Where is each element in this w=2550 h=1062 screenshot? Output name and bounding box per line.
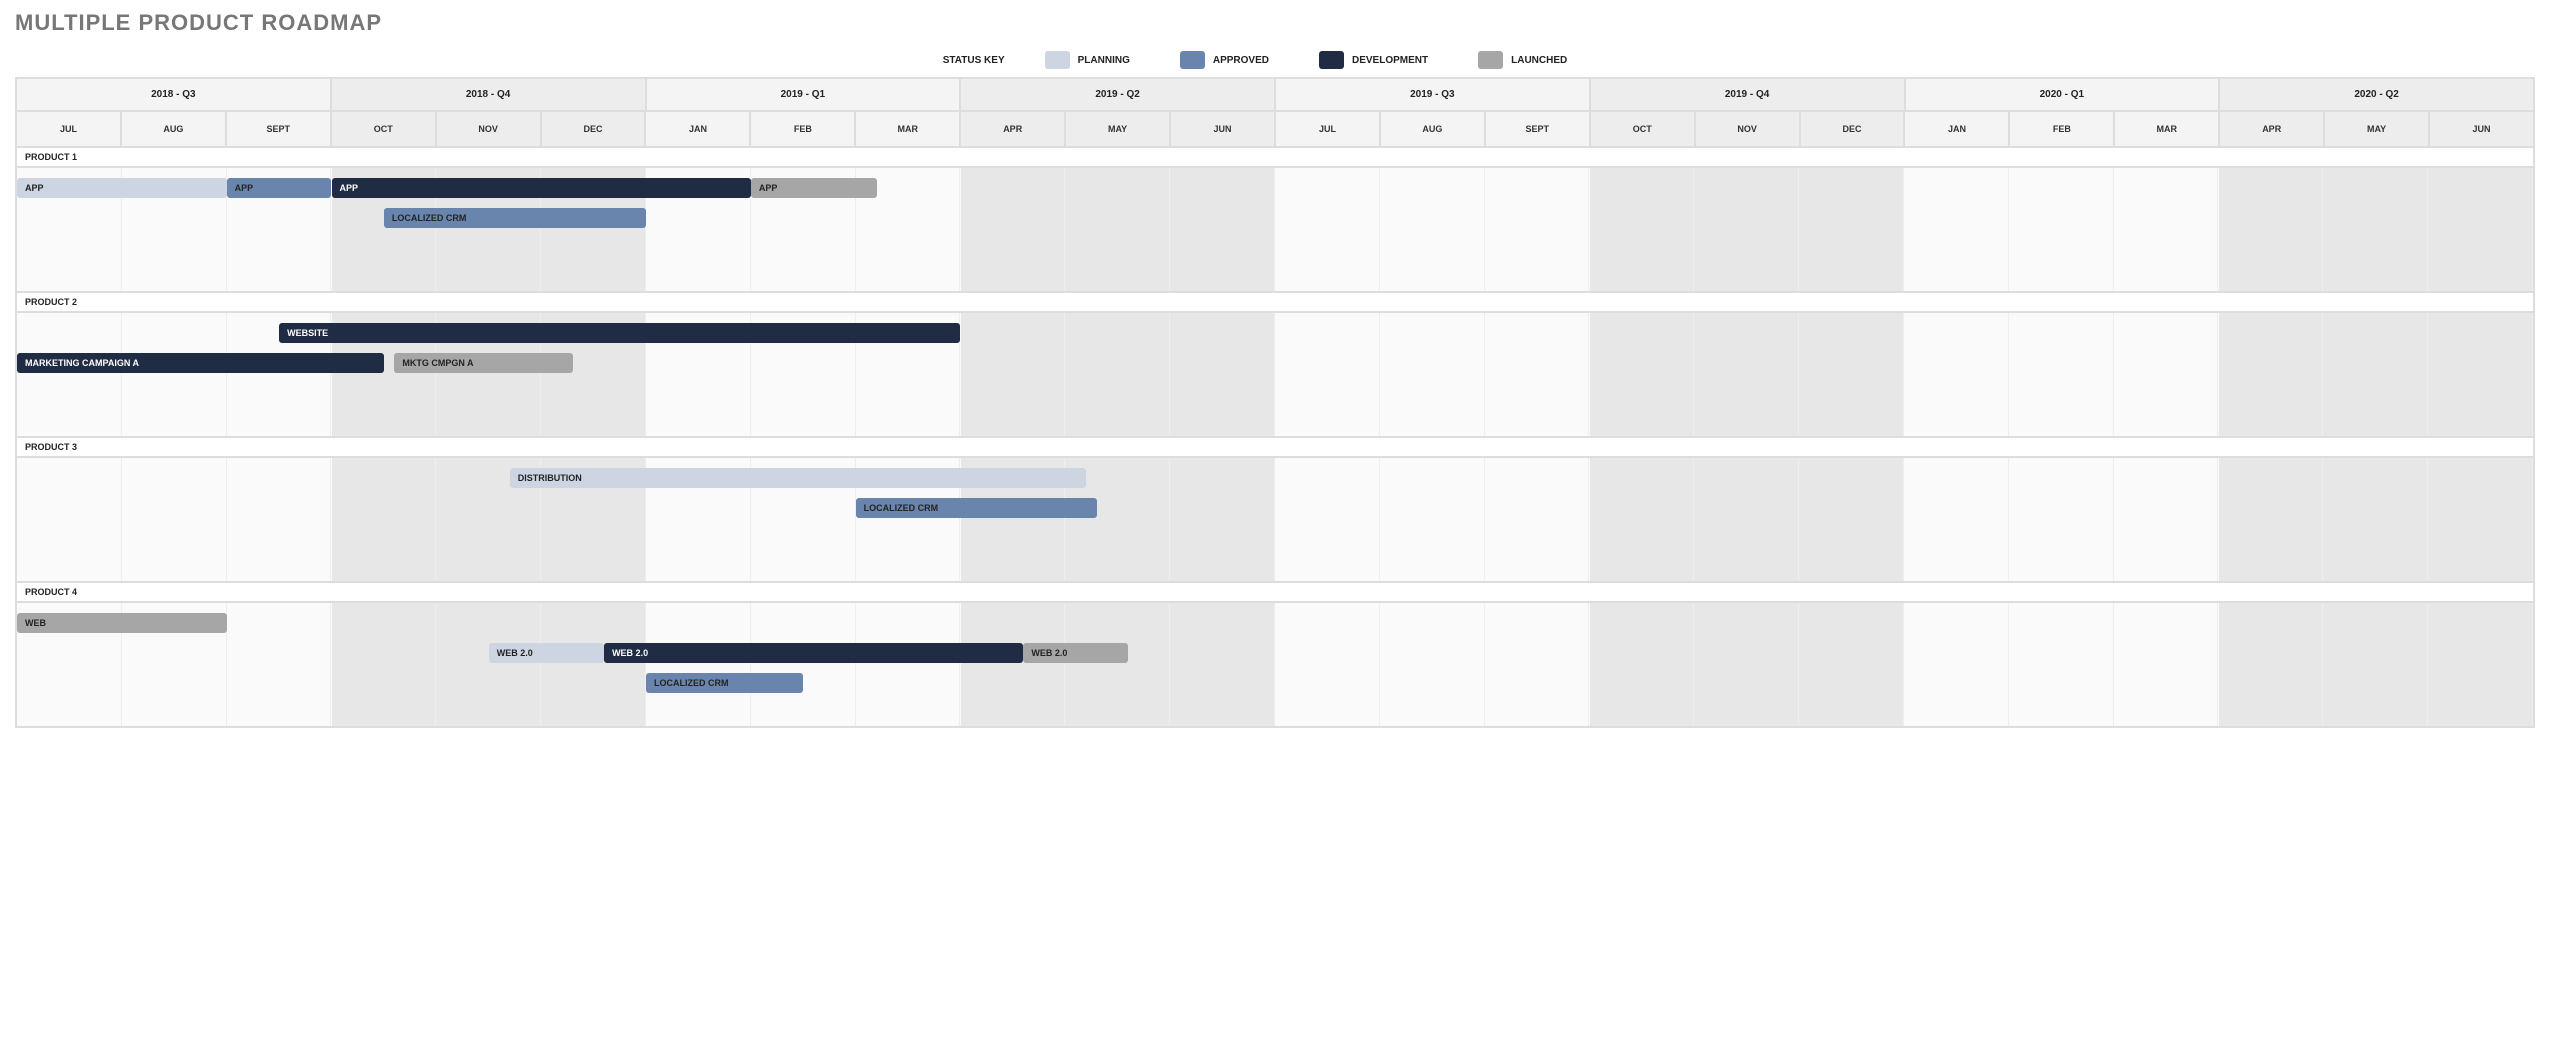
status-item-planning: PLANNING <box>1045 51 1130 69</box>
product-lane: DISTRIBUTION LOCALIZED CRM <box>16 457 2534 582</box>
status-label: DEVELOPMENT <box>1352 55 1428 66</box>
gantt-bar[interactable]: WEB 2.0 <box>604 643 1023 663</box>
gantt-bar[interactable]: LOCALIZED CRM <box>856 498 1097 518</box>
gantt-bar[interactable]: WEB <box>17 613 227 633</box>
product-label: PRODUCT 2 <box>16 292 2534 312</box>
quarter-header: 2018 - Q3 <box>16 78 331 111</box>
month-header: JAN <box>1904 111 2009 147</box>
quarter-header-row: 2018 - Q32018 - Q42019 - Q12019 - Q22019… <box>16 78 2534 111</box>
quarter-header: 2019 - Q4 <box>1590 78 1905 111</box>
quarter-header: 2019 - Q1 <box>646 78 961 111</box>
month-header: DEC <box>1800 111 1905 147</box>
product-lane: WEBWEB 2.0WEB 2.0WEB 2.0LOCALIZED CRM <box>16 602 2534 727</box>
gantt-bar[interactable]: APP <box>332 178 751 198</box>
month-header: MAY <box>1065 111 1170 147</box>
month-header: MAR <box>2114 111 2219 147</box>
product-label: PRODUCT 1 <box>16 147 2534 167</box>
product-label: PRODUCT 4 <box>16 582 2534 602</box>
month-header: FEB <box>2009 111 2114 147</box>
status-item-launched: LAUNCHED <box>1478 51 1567 69</box>
product-label: PRODUCT 3 <box>16 437 2534 457</box>
gantt-bar[interactable]: DISTRIBUTION <box>510 468 1087 488</box>
roadmap-grid: 2018 - Q32018 - Q42019 - Q12019 - Q22019… <box>15 77 2535 728</box>
gantt-bar[interactable]: MARKETING CAMPAIGN A <box>17 353 384 373</box>
gantt-bar[interactable]: APP <box>17 178 227 198</box>
month-header-row: JULAUGSEPTOCTNOVDECJANFEBMARAPRMAYJUNJUL… <box>16 111 2534 147</box>
month-header: SEPT <box>1485 111 1590 147</box>
month-header: JUN <box>1170 111 1275 147</box>
gantt-bar[interactable]: APP <box>751 178 877 198</box>
planning-swatch <box>1045 51 1070 69</box>
product-lane: APPAPPAPPAPPLOCALIZED CRM <box>16 167 2534 292</box>
approved-swatch <box>1180 51 1205 69</box>
month-header: MAR <box>855 111 960 147</box>
launched-swatch <box>1478 51 1503 69</box>
gantt-bar[interactable]: WEB 2.0 <box>1023 643 1128 663</box>
month-header: JUL <box>16 111 121 147</box>
month-header: APR <box>960 111 1065 147</box>
status-item-approved: APPROVED <box>1180 51 1269 69</box>
status-label: PLANNING <box>1078 55 1130 66</box>
status-label: LAUNCHED <box>1511 55 1567 66</box>
status-item-development: DEVELOPMENT <box>1319 51 1428 69</box>
month-header: FEB <box>750 111 855 147</box>
month-header: JUN <box>2429 111 2534 147</box>
quarter-header: 2019 - Q2 <box>960 78 1275 111</box>
month-header: APR <box>2219 111 2324 147</box>
month-header: JAN <box>645 111 750 147</box>
gantt-bar[interactable]: LOCALIZED CRM <box>646 673 803 693</box>
status-key-label: STATUS KEY <box>943 55 1005 66</box>
gantt-bar[interactable]: LOCALIZED CRM <box>384 208 646 228</box>
page-title: MULTIPLE PRODUCT ROADMAP <box>15 10 2535 36</box>
month-header: JUL <box>1275 111 1380 147</box>
product-lane: WEBSITE MARKETING CAMPAIGN A MKTG CMPGN A <box>16 312 2534 437</box>
quarter-header: 2020 - Q1 <box>1905 78 2220 111</box>
development-swatch <box>1319 51 1344 69</box>
month-header: OCT <box>331 111 436 147</box>
month-header: NOV <box>436 111 541 147</box>
month-header: AUG <box>121 111 226 147</box>
month-header: OCT <box>1590 111 1695 147</box>
gantt-bar[interactable]: WEB 2.0 <box>489 643 604 663</box>
month-header: DEC <box>541 111 646 147</box>
gantt-bar[interactable]: MKTG CMPGN A <box>394 353 572 373</box>
month-header: SEPT <box>226 111 331 147</box>
gantt-bar[interactable]: APP <box>227 178 332 198</box>
month-header: NOV <box>1695 111 1800 147</box>
quarter-header: 2018 - Q4 <box>331 78 646 111</box>
quarter-header: 2020 - Q2 <box>2219 78 2534 111</box>
month-header: MAY <box>2324 111 2429 147</box>
gantt-bar[interactable]: WEBSITE <box>279 323 960 343</box>
month-header: AUG <box>1380 111 1485 147</box>
status-label: APPROVED <box>1213 55 1269 66</box>
status-key: STATUS KEY PLANNING APPROVED DEVELOPMENT LA… <box>15 51 2535 69</box>
quarter-header: 2019 - Q3 <box>1275 78 1590 111</box>
